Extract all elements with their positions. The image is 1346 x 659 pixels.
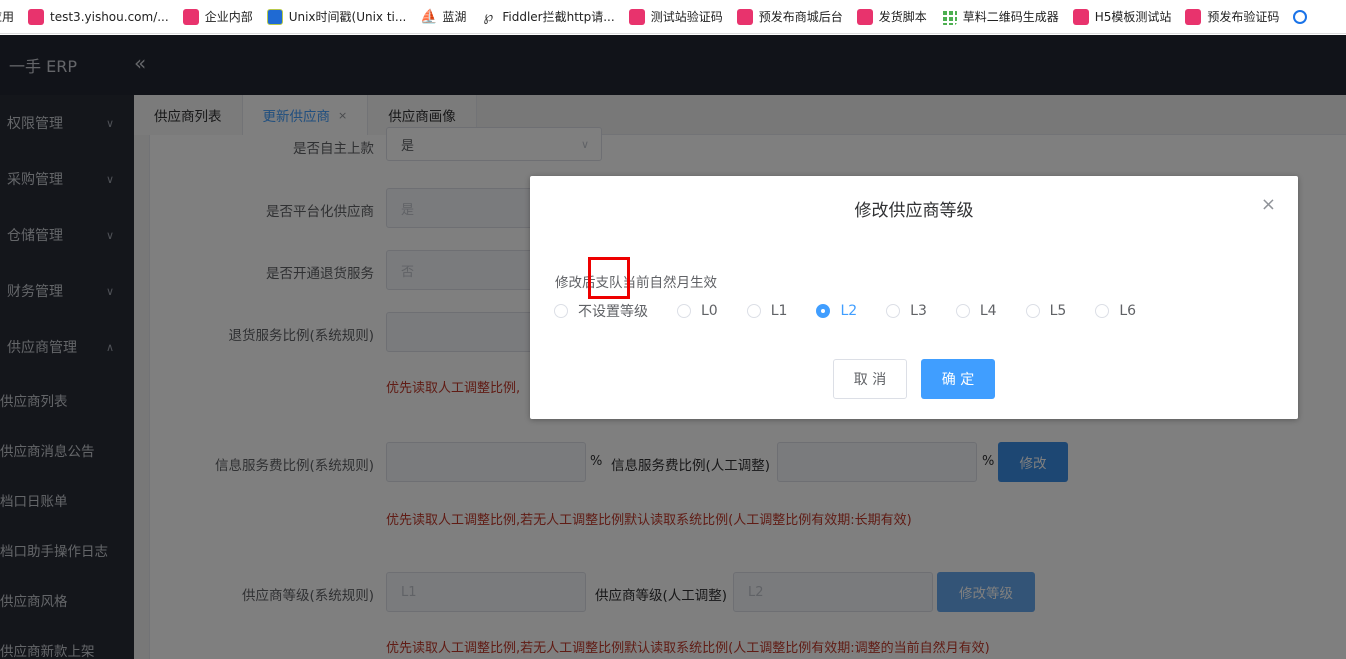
bookmark-label: Fiddler拦截http请...: [502, 10, 615, 24]
bookmark-label: 蓝湖: [442, 10, 467, 24]
level-radio-group: 不设置等级 L0 L1 L2 L3 L4 L5 L6: [554, 301, 1165, 321]
pink-icon: [736, 8, 753, 25]
pink-icon: [628, 8, 645, 25]
radio-circle[interactable]: [746, 304, 761, 318]
bookmark-label: H5模板测试站: [1094, 10, 1172, 24]
radio-label: L2: [840, 303, 858, 319]
bookmark-item[interactable]: 应用: [0, 0, 28, 33]
pink-icon: [28, 8, 45, 25]
unix-icon: [266, 8, 283, 25]
bookmark-item[interactable]: 草料二维码生成器: [940, 0, 1073, 33]
radio-label: L6: [1119, 303, 1137, 319]
radio-circle[interactable]: [886, 304, 901, 318]
bookmark-label: 发货脚本: [878, 10, 927, 24]
link-icon: [1293, 9, 1308, 24]
radio-l2[interactable]: L2: [816, 303, 857, 319]
radio-l0[interactable]: L0: [677, 303, 718, 319]
dialog-tip: 修改后支队当前自然月生效: [555, 275, 717, 291]
bookmark-label: Unix时间戳(Unix ti...: [288, 10, 407, 24]
radio-label: L3: [910, 303, 927, 319]
bookmark-item[interactable]: ℘ Fiddler拦截http请...: [480, 0, 628, 33]
radio-label: 不设置等级: [578, 304, 648, 320]
highlight-box: [588, 257, 630, 299]
radio-circle[interactable]: [1025, 304, 1040, 318]
bookmark-label: 预发布商城后台: [758, 10, 843, 24]
dialog-title: 修改供应商等级: [854, 201, 974, 221]
radio-circle[interactable]: [1095, 304, 1110, 318]
bookmark-item[interactable]: H5模板测试站: [1072, 0, 1186, 33]
bookmark-label: 企业内部: [204, 10, 253, 24]
radio-circle[interactable]: [554, 304, 568, 318]
radio-label: L0: [701, 303, 718, 319]
modify-level-dialog: 修改供应商等级 × 修改后支队当前自然月生效 不设置等级 L0 L1 L2 L3…: [530, 176, 1298, 419]
radio-l3[interactable]: L3: [886, 303, 927, 319]
link-icon[interactable]: [1293, 0, 1327, 33]
cancel-button[interactable]: 取 消: [833, 359, 907, 399]
bookmark-item[interactable]: ⛵ 蓝湖: [420, 0, 480, 33]
close-icon[interactable]: ×: [1261, 194, 1276, 215]
bookmark-item[interactable]: 预发布商城后台: [736, 0, 857, 33]
bookmark-label: 草料二维码生成器: [962, 10, 1059, 24]
pink-icon: [1072, 8, 1089, 25]
bookmark-label: 预发布验证码: [1207, 10, 1280, 24]
radio-l1[interactable]: L1: [746, 303, 788, 319]
lanhu-icon: ⛵: [420, 8, 438, 25]
pink-icon: [1185, 8, 1202, 25]
bookmark-item[interactable]: 企业内部: [182, 0, 267, 33]
bookmark-item[interactable]: 预发布验证码: [1185, 0, 1293, 33]
bookmark-label: 应用: [0, 10, 15, 24]
radio-l4[interactable]: L4: [955, 303, 997, 319]
radio-no-level[interactable]: 不设置等级: [554, 301, 648, 321]
radio-l5[interactable]: L5: [1025, 303, 1067, 319]
bookmark-item[interactable]: Unix时间戳(Unix ti...: [266, 0, 421, 33]
radio-circle[interactable]: [677, 304, 691, 318]
radio-circle[interactable]: [816, 304, 831, 318]
radio-l6[interactable]: L6: [1095, 303, 1136, 319]
bookmark-item[interactable]: test3.yishou.com/...: [28, 0, 183, 33]
pink-icon: [856, 8, 873, 25]
bookmark-label: test3.yishou.com/...: [50, 9, 169, 24]
bookmarks-bar: 应用 test3.yishou.com/... 企业内部 Unix时间戳(Unix t…: [0, 0, 1346, 34]
bookmark-label: 测试站验证码: [650, 10, 723, 24]
radio-circle[interactable]: [955, 304, 970, 318]
radio-label: L4: [979, 303, 997, 319]
confirm-button[interactable]: 确 定: [921, 359, 995, 399]
bookmark-item[interactable]: 测试站验证码: [628, 0, 737, 33]
fiddler-icon: ℘: [483, 8, 494, 25]
qr-icon: [940, 8, 957, 25]
radio-label: L5: [1049, 303, 1067, 319]
bookmark-item[interactable]: 发货脚本: [856, 0, 941, 33]
radio-label: L1: [770, 303, 788, 319]
pink-icon: [182, 8, 199, 25]
